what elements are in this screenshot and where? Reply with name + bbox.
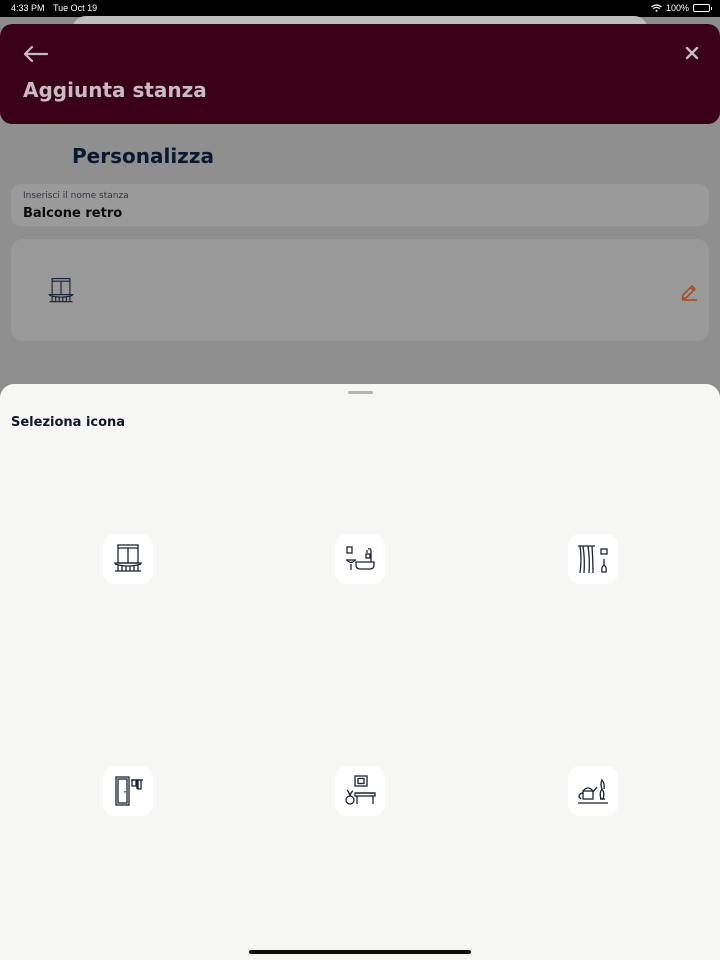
garden-shelf-icon — [578, 778, 608, 804]
icon-option-bathroom[interactable] — [335, 534, 385, 584]
close-icon[interactable] — [685, 46, 699, 60]
room-name-label: Inserisci il nome stanza — [23, 191, 129, 201]
page-title: Aggiunta stanza — [23, 78, 207, 102]
icon-option-balcony[interactable] — [103, 534, 153, 584]
wifi-icon — [651, 4, 662, 12]
living-room-icon — [345, 775, 376, 805]
selected-icon-card — [11, 239, 709, 341]
sheet-drag-handle[interactable] — [348, 391, 373, 394]
icon-option-living-room[interactable] — [335, 766, 385, 816]
room-name-field[interactable]: Inserisci il nome stanza Balcone retro — [11, 184, 709, 226]
battery-icon — [693, 4, 712, 12]
icon-picker-sheet: Seleziona icona — [0, 384, 720, 960]
status-right: 100% — [651, 3, 712, 13]
icon-option-garden-shelf[interactable] — [568, 766, 618, 816]
home-indicator — [249, 950, 471, 954]
status-date: Tue Oct 19 — [53, 3, 98, 13]
icon-option-curtain-room[interactable] — [568, 534, 618, 584]
section-title: Personalizza — [72, 144, 214, 168]
modal-header: Aggiunta stanza — [0, 24, 720, 124]
icon-option-entrance-door[interactable] — [103, 766, 153, 816]
status-time: 4:33 PM — [11, 3, 45, 13]
balcony-icon — [48, 277, 74, 303]
status-bar: 4:33 PM Tue Oct 19 100% — [0, 0, 720, 17]
sheet-title: Seleziona icona — [11, 415, 126, 430]
pencil-icon[interactable] — [679, 281, 699, 301]
arrow-left-icon[interactable] — [22, 44, 48, 64]
battery-percent: 100% — [665, 3, 689, 13]
entrance-door-icon — [115, 776, 143, 806]
bathroom-icon — [346, 546, 375, 570]
room-name-value[interactable]: Balcone retro — [23, 206, 122, 221]
balcony-icon — [114, 544, 142, 572]
curtain-room-icon — [578, 545, 608, 574]
